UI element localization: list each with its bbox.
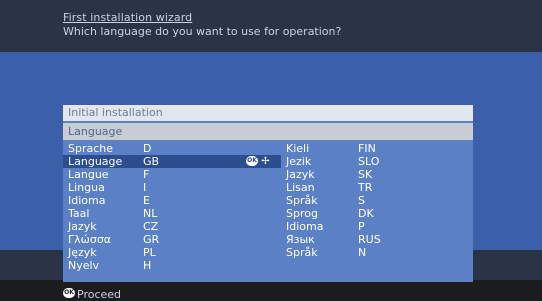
language-name: Язык <box>286 233 315 246</box>
language-panel: Initial installation Language Sprache D … <box>63 105 473 282</box>
language-code: D <box>143 142 152 155</box>
wizard-question: Which language do you want to use for op… <box>63 25 342 38</box>
language-name: Sprog <box>286 207 318 220</box>
language-name: Sprache <box>68 142 114 155</box>
language-name: Lingua <box>68 181 105 194</box>
proceed-label: Proceed <box>77 288 122 301</box>
language-code: F <box>143 168 150 181</box>
language-option[interactable]: Språk S <box>286 194 466 207</box>
language-name: Jazyk <box>286 168 315 181</box>
language-code: P <box>358 220 365 233</box>
language-name: Idioma <box>68 194 106 207</box>
language-code: GB <box>143 155 160 168</box>
language-code: CZ <box>143 220 159 233</box>
language-option[interactable]: Язык RUS <box>286 233 466 246</box>
proceed-hint[interactable]: OK Proceed <box>63 288 121 301</box>
panel-subtitle: Language <box>63 123 473 140</box>
wizard-header: First installation wizard Which language… <box>0 0 542 52</box>
language-option[interactable]: Idioma E <box>63 194 281 207</box>
language-name: Taal <box>68 207 90 220</box>
language-name: Språk <box>286 246 318 259</box>
language-option-selected[interactable]: Language GB OK ✢ <box>63 155 281 168</box>
language-name: Γλώσσα <box>68 233 112 246</box>
language-code: SLO <box>358 155 380 168</box>
dpad-arrows-icon: ✢ <box>261 156 270 167</box>
language-name: Kieli <box>286 142 310 155</box>
language-option[interactable]: Idioma P <box>286 220 466 233</box>
ok-button-icon: OK <box>246 156 258 166</box>
language-code: FIN <box>358 142 376 155</box>
language-name: Nyelv <box>68 259 100 272</box>
language-code: I <box>143 181 147 194</box>
language-code: H <box>143 259 152 272</box>
language-code: NL <box>143 207 158 220</box>
language-option[interactable]: Lisan TR <box>286 181 466 194</box>
language-name: Language <box>68 155 123 168</box>
language-name: Jazyk <box>68 220 97 233</box>
panel-title: Initial installation <box>63 105 473 121</box>
language-code: N <box>358 246 367 259</box>
language-code: DK <box>358 207 374 220</box>
selection-hint: OK ✢ <box>246 156 271 167</box>
language-option[interactable]: Språk N <box>286 246 466 259</box>
language-code: RUS <box>358 233 381 246</box>
language-option[interactable]: Γλώσσα GR <box>63 233 281 246</box>
language-option[interactable]: Lingua I <box>63 181 281 194</box>
language-name: Lisan <box>286 181 315 194</box>
language-name: Idioma <box>286 220 324 233</box>
language-code: S <box>358 194 365 207</box>
language-name: Jezik <box>286 155 312 168</box>
language-option[interactable]: Język PL <box>63 246 281 259</box>
wizard-title: First installation wizard <box>63 11 193 24</box>
language-code: SK <box>358 168 373 181</box>
language-code: E <box>143 194 150 207</box>
language-option[interactable]: Taal NL <box>63 207 281 220</box>
language-name: Langue <box>68 168 109 181</box>
language-option[interactable]: Jazyk CZ <box>63 220 281 233</box>
language-code: PL <box>143 246 156 259</box>
language-code: TR <box>358 181 373 194</box>
language-option[interactable]: Jezik SLO <box>286 155 466 168</box>
language-option[interactable]: Sprache D <box>63 142 281 155</box>
language-option[interactable]: Langue F <box>63 168 281 181</box>
language-option[interactable]: Sprog DK <box>286 207 466 220</box>
language-code: GR <box>143 233 160 246</box>
language-name: Język <box>68 246 97 259</box>
language-option[interactable]: Kieli FIN <box>286 142 466 155</box>
language-name: Språk <box>286 194 318 207</box>
language-option[interactable]: Jazyk SK <box>286 168 466 181</box>
language-option[interactable]: Nyelv H <box>63 259 281 272</box>
ok-button-icon: OK <box>63 288 75 298</box>
